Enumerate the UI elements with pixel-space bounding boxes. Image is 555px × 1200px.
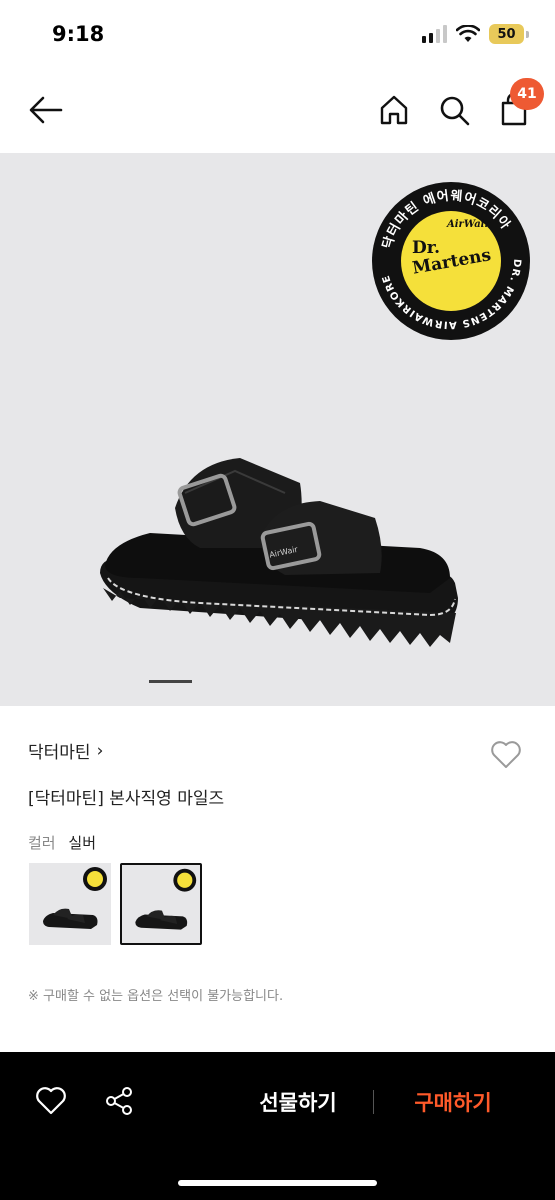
color-swatch-selected[interactable] xyxy=(120,863,202,945)
brand-link[interactable]: 닥터마틴 › xyxy=(28,738,104,764)
color-label: 컬러 xyxy=(28,834,56,852)
divider xyxy=(373,1090,374,1114)
product-title: [닥터마틴] 본사직영 마일즈 xyxy=(28,789,225,809)
brand-name: 닥터마틴 xyxy=(28,743,91,763)
chevron-right-icon: › xyxy=(96,740,104,761)
search-icon[interactable] xyxy=(436,92,472,128)
home-icon[interactable] xyxy=(376,92,412,128)
home-indicator xyxy=(178,1180,377,1186)
color-value: 실버 xyxy=(68,834,96,852)
color-swatch[interactable] xyxy=(29,863,111,945)
battery-level: 50 xyxy=(489,24,524,44)
wifi-icon xyxy=(456,25,480,42)
battery-icon: 50 xyxy=(489,24,529,44)
swatch-thumbnail xyxy=(43,867,107,929)
wishlist-heart-icon[interactable] xyxy=(34,1084,68,1118)
status-bar: 9:18 50 xyxy=(0,0,555,66)
product-image[interactable]: AirWair 닥터마틴 에어웨어코리아 DR. MARTENS AIRWAIR… xyxy=(0,153,555,706)
option-notice: ※ 구매할 수 없는 옵션은 선택이 불가능합니다. xyxy=(28,989,284,1004)
heart-icon[interactable] xyxy=(488,736,524,772)
color-option-row: 컬러 실버 xyxy=(28,832,96,853)
share-icon[interactable] xyxy=(103,1084,137,1118)
status-icons: 50 xyxy=(422,24,529,44)
sandal-illustration: AirWair 닥터마틴 에어웨어코리아 DR. MARTENS AIRWAIR… xyxy=(0,153,530,647)
signal-icon xyxy=(422,25,447,43)
cart-count-badge: 41 xyxy=(510,78,544,110)
image-pager-indicator xyxy=(149,680,192,683)
swatch-thumbnail xyxy=(135,868,197,930)
status-time: 9:18 xyxy=(52,22,105,46)
badge-logo-small: AirWair xyxy=(446,219,490,230)
buy-button[interactable]: 구매하기 xyxy=(395,1082,511,1122)
nav-bar: 41 xyxy=(0,70,555,150)
bottom-action-bar: 선물하기 구매하기 xyxy=(0,1052,555,1200)
gift-button[interactable]: 선물하기 xyxy=(240,1082,356,1122)
back-arrow-icon[interactable] xyxy=(26,92,66,128)
